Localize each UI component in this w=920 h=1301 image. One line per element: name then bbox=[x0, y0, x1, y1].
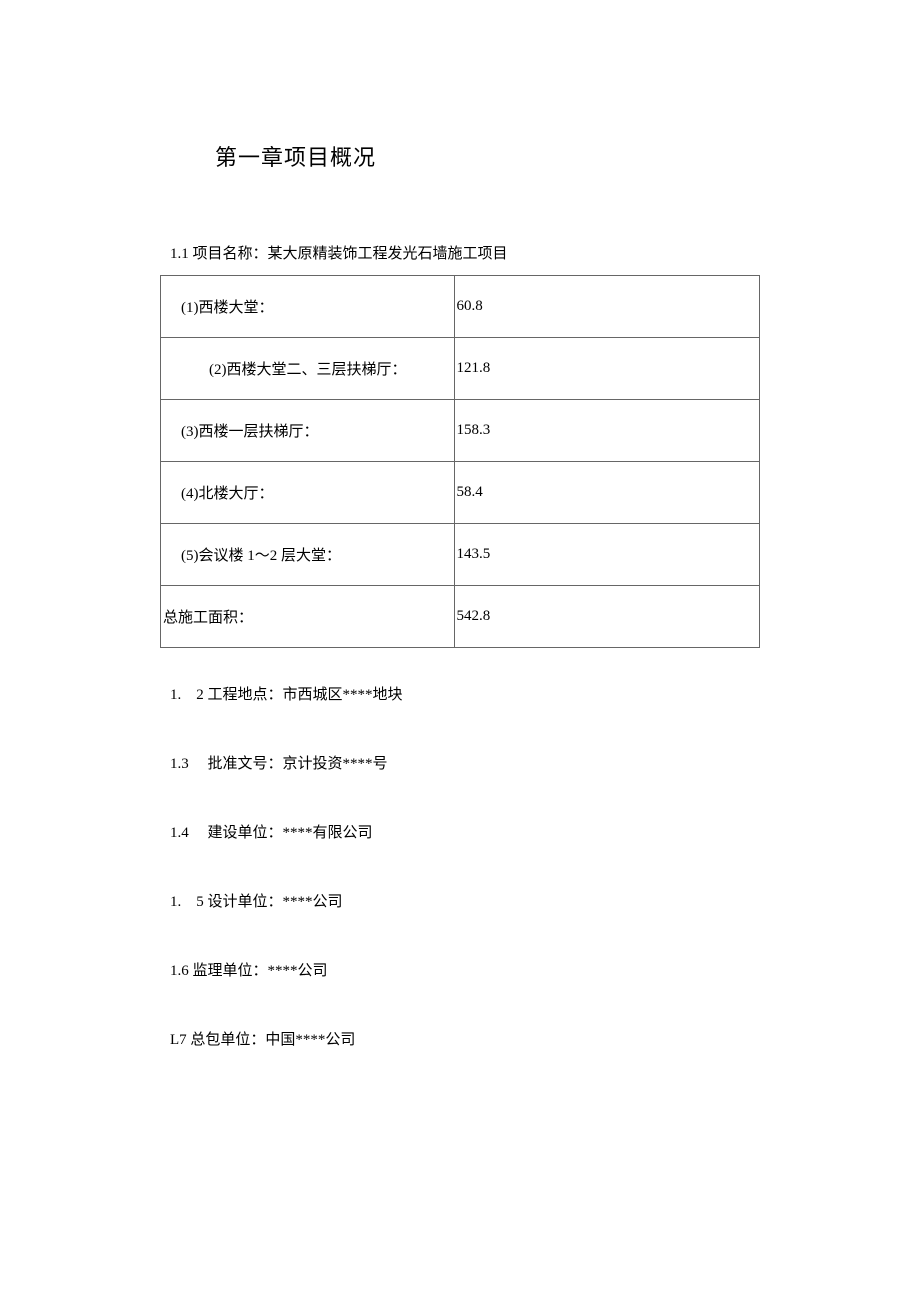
row-label: (4)北楼大厅： bbox=[161, 462, 455, 524]
section-1-1-heading: 1.1 项目名称：某大原精装饰工程发光石墙施工项目 bbox=[170, 242, 760, 263]
info-line-contractor-unit: L7 总包单位：中国****公司 bbox=[170, 1028, 760, 1049]
table-row: 总施工面积： 542.8 bbox=[161, 586, 760, 648]
row-label: 总施工面积： bbox=[161, 586, 455, 648]
info-line-design-unit: 1. 5 设计单位：****公司 bbox=[170, 890, 760, 911]
table-row: (3)西楼一层扶梯厅： 158.3 bbox=[161, 400, 760, 462]
info-line-supervision-unit: 1.6 监理单位：****公司 bbox=[170, 959, 760, 980]
area-table: (1)西楼大堂： 60.8 (2)西楼大堂二、三层扶梯厅： 121.8 (3)西… bbox=[160, 275, 760, 648]
row-value: 60.8 bbox=[454, 276, 760, 338]
table-row: (5)会议楼 1～2 层大堂： 143.5 bbox=[161, 524, 760, 586]
row-label: (3)西楼一层扶梯厅： bbox=[161, 400, 455, 462]
table-row: (2)西楼大堂二、三层扶梯厅： 121.8 bbox=[161, 338, 760, 400]
row-value: 58.4 bbox=[454, 462, 760, 524]
row-label: (1)西楼大堂： bbox=[161, 276, 455, 338]
table-row: (4)北楼大厅： 58.4 bbox=[161, 462, 760, 524]
row-value: 143.5 bbox=[454, 524, 760, 586]
row-label: (5)会议楼 1～2 层大堂： bbox=[161, 524, 455, 586]
chapter-title: 第一章项目概况 bbox=[215, 140, 760, 172]
row-value: 121.8 bbox=[454, 338, 760, 400]
table-row: (1)西楼大堂： 60.8 bbox=[161, 276, 760, 338]
info-line-approval: 1.3 批准文号：京计投资****号 bbox=[170, 752, 760, 773]
row-value: 158.3 bbox=[454, 400, 760, 462]
info-line-construction-unit: 1.4 建设单位：****有限公司 bbox=[170, 821, 760, 842]
document-page: 第一章项目概况 1.1 项目名称：某大原精装饰工程发光石墙施工项目 (1)西楼大… bbox=[0, 0, 920, 1049]
info-line-location: 1. 2 工程地点：市西城区****地块 bbox=[170, 683, 760, 704]
row-value: 542.8 bbox=[454, 586, 760, 648]
row-label: (2)西楼大堂二、三层扶梯厅： bbox=[161, 338, 455, 400]
